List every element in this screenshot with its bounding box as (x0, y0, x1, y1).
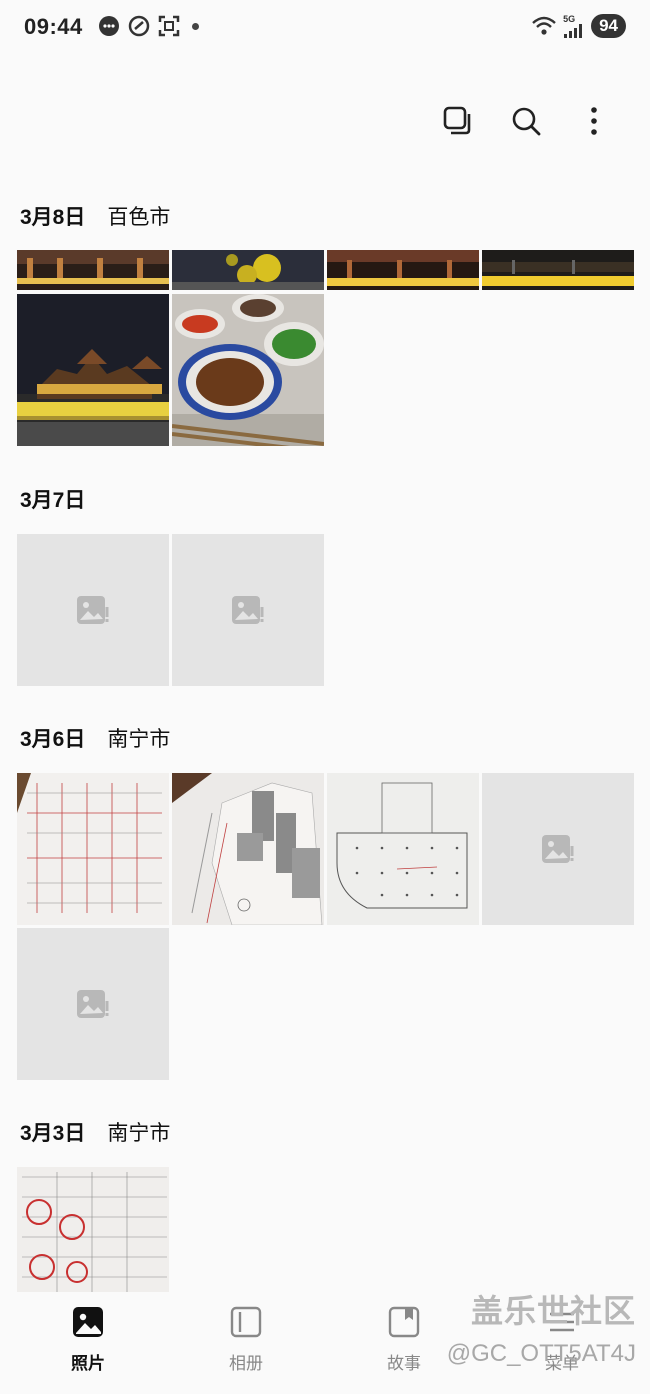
chat-icon (99, 16, 119, 36)
broken-image-icon (232, 596, 264, 624)
scan-icon (158, 15, 180, 37)
section-location: 百色市 (107, 206, 171, 229)
nav-label: 相册 (229, 1354, 263, 1373)
photo-thumbnail[interactable] (172, 250, 324, 290)
broken-image-icon (77, 596, 109, 624)
status-time: 09:44 (24, 14, 83, 39)
signal-icon (564, 23, 583, 38)
story-icon (388, 1306, 420, 1338)
section-header: 3月6日 南宁市 (20, 723, 170, 753)
select-icon (443, 106, 471, 135)
photo-placeholder[interactable] (482, 773, 634, 925)
section-header: 3月3日 南宁市 (20, 1117, 170, 1147)
photo-placeholder[interactable] (17, 928, 169, 1080)
nav-item-albums[interactable]: 相册 (186, 1306, 306, 1374)
search-icon (512, 107, 541, 136)
sync-icon (128, 15, 150, 37)
watermark-text: 盖乐世社区 (470, 1293, 636, 1329)
top-toolbar (442, 105, 610, 137)
battery-level: 94 (591, 14, 626, 38)
photo-thumbnail[interactable] (17, 294, 169, 446)
more-vertical-icon (591, 107, 597, 135)
more-options-button[interactable] (578, 105, 610, 137)
photo-thumbnail[interactable] (327, 250, 479, 290)
search-button[interactable] (510, 105, 542, 137)
photo-thumbnail[interactable] (482, 250, 634, 290)
photo-thumbnail[interactable] (327, 773, 479, 925)
photo-thumbnail[interactable] (17, 250, 169, 290)
watermark-handle: @GC_OTT5AT4J (446, 1340, 636, 1367)
section-date: 3月3日 (20, 1122, 86, 1145)
photo-thumbnail[interactable] (17, 773, 169, 925)
nav-item-photos[interactable]: 照片 (28, 1306, 148, 1374)
broken-image-icon (542, 835, 574, 863)
section-date: 3月8日 (20, 206, 86, 229)
network-type: 5G (563, 13, 576, 24)
status-bar: 09:44 5G 94 (0, 0, 650, 56)
section-date: 3月6日 (20, 728, 86, 751)
photo-placeholder[interactable] (172, 534, 324, 686)
select-button[interactable] (442, 105, 474, 137)
section-header: 3月7日 (20, 484, 85, 514)
broken-image-icon (77, 990, 109, 1018)
photo-thumbnail[interactable] (172, 294, 324, 446)
photo-thumbnail[interactable] (172, 773, 324, 925)
wifi-icon (532, 16, 556, 35)
section-location: 南宁市 (107, 1122, 171, 1145)
dot-icon (192, 22, 199, 30)
section-location: 南宁市 (107, 728, 171, 751)
album-icon (230, 1306, 262, 1338)
photo-icon (73, 1307, 103, 1337)
photo-thumbnail[interactable] (17, 1167, 169, 1292)
photo-placeholder[interactable] (17, 534, 169, 686)
nav-label: 照片 (71, 1354, 105, 1373)
section-date: 3月7日 (20, 489, 86, 512)
section-header: 3月8日 百色市 (20, 201, 170, 231)
